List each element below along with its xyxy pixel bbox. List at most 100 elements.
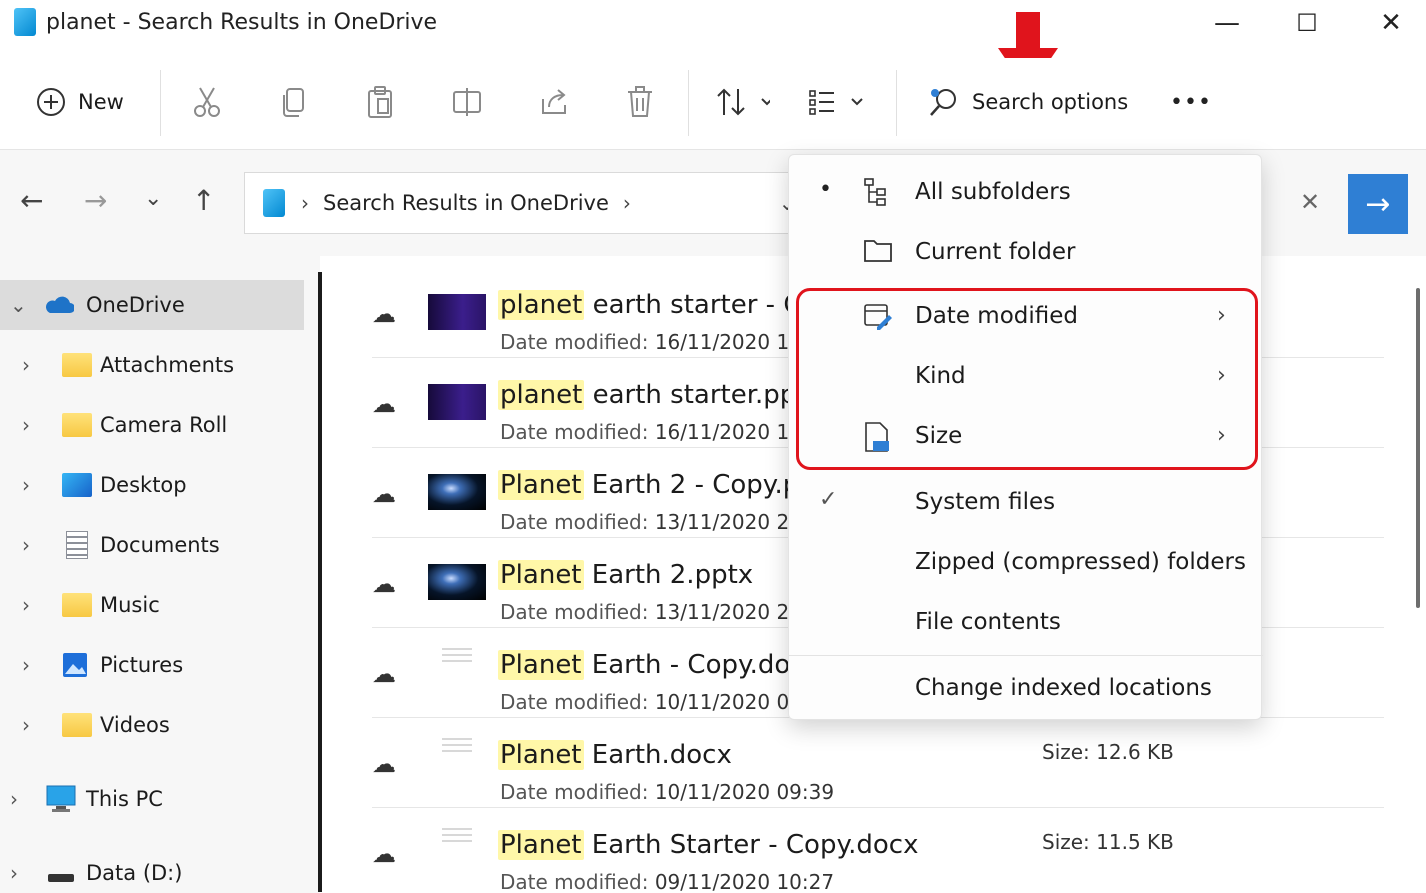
sidebar-item-data-drive[interactable]: › Data (D:) — [0, 850, 304, 893]
sidebar-item-videos[interactable]: › Videos — [0, 700, 304, 750]
paste-icon — [368, 86, 392, 118]
chevron-right-icon[interactable]: › — [10, 787, 18, 811]
view-button[interactable] — [808, 80, 868, 124]
up-button[interactable]: ↑ — [192, 184, 215, 217]
drive-icon — [48, 874, 74, 882]
menu-item-current-folder[interactable]: Current folder — [789, 225, 1263, 281]
cloud-status-icon: ☁ — [372, 300, 396, 328]
chevron-right-icon[interactable]: › — [22, 353, 30, 377]
cloud-status-icon: ☁ — [372, 750, 396, 778]
red-highlight-annotation — [796, 288, 1258, 470]
chevron-right-icon[interactable]: › — [22, 653, 30, 677]
menu-item-system-files[interactable]: ✓ System files — [789, 475, 1263, 531]
navigation-pane: ⌄ OneDrive › Attachments › Camera Roll ›… — [0, 256, 320, 893]
close-button[interactable]: ✕ — [1366, 6, 1416, 40]
chevron-right-icon[interactable]: › — [22, 533, 30, 557]
sidebar-item-this-pc[interactable]: › This PC — [0, 774, 304, 824]
share-icon — [542, 89, 566, 114]
rename-icon — [453, 88, 481, 116]
folder-icon — [62, 413, 92, 437]
navigation-scrollbar[interactable] — [318, 272, 322, 892]
docx-thumbnail-icon — [442, 734, 472, 754]
sort-button[interactable] — [716, 80, 770, 124]
desktop-folder-icon — [62, 473, 92, 497]
search-options-button[interactable]: Search options — [928, 80, 1128, 124]
breadcrumb-chevron-icon: › — [301, 191, 309, 215]
scissors-icon — [194, 87, 220, 117]
new-button[interactable]: New — [36, 80, 124, 124]
menu-item-file-contents[interactable]: File contents — [789, 595, 1263, 651]
sidebar-item-label: This PC — [86, 787, 163, 811]
delete-button[interactable] — [626, 80, 654, 124]
pptx-thumbnail-icon — [428, 294, 486, 330]
address-bar[interactable]: › Search Results in OneDrive › ⌄ — [244, 172, 804, 234]
file-name: Planet Earth - Copy.docx — [498, 650, 821, 680]
sidebar-item-pictures[interactable]: › Pictures — [0, 640, 304, 690]
chevron-right-icon[interactable]: › — [10, 861, 18, 885]
sidebar-item-onedrive[interactable]: ⌄ OneDrive — [0, 280, 304, 330]
sidebar-item-label: OneDrive — [86, 293, 185, 317]
menu-item-label: File contents — [915, 609, 1061, 635]
trash-icon — [628, 86, 652, 117]
clear-search-button[interactable]: ✕ — [1300, 188, 1320, 216]
sidebar-item-label: Videos — [100, 713, 170, 737]
sidebar-item-label: Camera Roll — [100, 413, 228, 437]
sidebar-item-desktop[interactable]: › Desktop — [0, 460, 304, 510]
more-options-button[interactable]: ••• — [1170, 80, 1212, 124]
file-date: Date modified: 16/11/2020 10: — [500, 330, 809, 354]
back-button[interactable]: ← — [20, 184, 43, 217]
chevron-right-icon[interactable]: › — [22, 713, 30, 737]
sidebar-item-attachments[interactable]: › Attachments — [0, 340, 304, 390]
file-name: Planet Earth 2 - Copy.pp — [498, 470, 816, 500]
toolbar-divider — [160, 70, 161, 136]
plus-circle-icon — [37, 88, 65, 116]
chevron-right-icon[interactable]: › — [22, 413, 30, 437]
file-size: Size: 12.6 KB — [1042, 740, 1174, 764]
chevron-right-icon[interactable]: › — [22, 593, 30, 617]
search-go-button[interactable]: → — [1348, 174, 1408, 234]
minimize-button[interactable]: — — [1202, 6, 1252, 40]
cloud-status-icon: ☁ — [372, 840, 396, 868]
docx-thumbnail-icon — [442, 824, 472, 844]
command-bar: New Search options ••• — [0, 58, 1426, 150]
cloud-status-icon: ☁ — [372, 570, 396, 598]
share-button[interactable] — [540, 80, 570, 124]
folder-icon — [62, 353, 92, 377]
copy-button[interactable] — [280, 80, 308, 124]
copy-icon — [283, 88, 304, 117]
maximize-button[interactable]: ☐ — [1282, 6, 1332, 40]
file-date: Date modified: 09/11/2020 10:27 — [500, 870, 835, 893]
rename-button[interactable] — [452, 80, 482, 124]
sidebar-item-camera-roll[interactable]: › Camera Roll — [0, 400, 304, 450]
file-name: Planet Earth 2.pptx — [498, 560, 754, 590]
selected-bullet-icon: • — [819, 177, 832, 202]
breadcrumb-location[interactable]: Search Results in OneDrive — [323, 191, 609, 215]
file-date: Date modified: 10/11/2020 09:39 — [500, 780, 835, 804]
sidebar-item-music[interactable]: › Music — [0, 580, 304, 630]
list-item[interactable]: ☁ Planet Earth.docx Date modified: 10/11… — [372, 720, 1384, 808]
search-options-icon — [930, 89, 956, 116]
list-item[interactable]: ☁ Planet Earth Starter - Copy.docx Date … — [372, 810, 1384, 893]
menu-item-label: Change indexed locations — [915, 675, 1212, 701]
sort-icon — [717, 88, 770, 116]
forward-button[interactable]: → — [84, 184, 107, 217]
file-list-scrollbar[interactable] — [1416, 288, 1420, 608]
chevron-down-icon[interactable]: ⌄ — [10, 293, 27, 317]
chevron-right-icon[interactable]: › — [22, 473, 30, 497]
recent-locations-button[interactable]: ⌄ — [144, 186, 162, 211]
menu-item-change-indexed-locations[interactable]: Change indexed locations — [789, 661, 1263, 717]
pictures-folder-icon — [63, 653, 87, 677]
menu-item-zipped-folders[interactable]: Zipped (compressed) folders — [789, 535, 1263, 591]
sidebar-item-documents[interactable]: › Documents — [0, 520, 304, 570]
folder-outline-icon — [864, 240, 892, 262]
menu-item-all-subfolders[interactable]: • All subfolders — [789, 165, 1263, 221]
subfolders-icon — [864, 178, 886, 206]
checkmark-icon: ✓ — [819, 487, 838, 512]
file-size: Size: 11.5 KB — [1042, 830, 1174, 854]
cloud-status-icon: ☁ — [372, 480, 396, 508]
paste-button[interactable] — [366, 80, 394, 124]
pptx-thumbnail-icon — [428, 474, 486, 510]
cut-button[interactable] — [192, 80, 222, 124]
menu-item-label: System files — [915, 489, 1056, 515]
file-name: Planet Earth.docx — [498, 740, 732, 770]
